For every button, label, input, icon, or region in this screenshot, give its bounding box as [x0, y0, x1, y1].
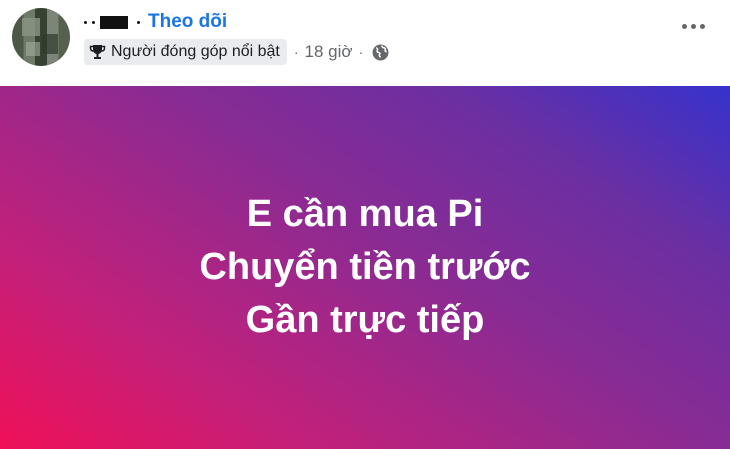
badge-label: Người đóng góp nổi bật — [111, 43, 280, 60]
avatar[interactable] — [12, 8, 70, 66]
post-text-line-2: Chuyển tiền trước — [199, 246, 531, 288]
globe-icon — [372, 44, 389, 61]
top-contributor-badge[interactable]: Người đóng góp nổi bật — [84, 39, 287, 65]
redacted-author-name[interactable] — [84, 15, 140, 29]
post-text-line-3: Gần trực tiếp — [245, 299, 485, 341]
follow-button[interactable]: Theo dõi — [148, 11, 227, 33]
post-meta: Người đóng góp nổi bật · 18 giờ · — [84, 38, 389, 66]
post-timestamp[interactable]: 18 giờ — [305, 42, 353, 62]
post-content: E cần mua Pi Chuyển tiền trước Gần trực … — [0, 86, 730, 449]
author-row: Theo dõi — [84, 10, 227, 34]
meta-separator: · — [293, 44, 299, 60]
post-text-line-1: E cần mua Pi — [246, 193, 484, 235]
trophy-icon — [89, 45, 106, 59]
more-options-icon[interactable] — [682, 24, 705, 29]
meta-separator-2: · — [358, 44, 364, 60]
post-header: Theo dõi Người đóng góp nổi bật · 18 giờ… — [0, 0, 730, 86]
